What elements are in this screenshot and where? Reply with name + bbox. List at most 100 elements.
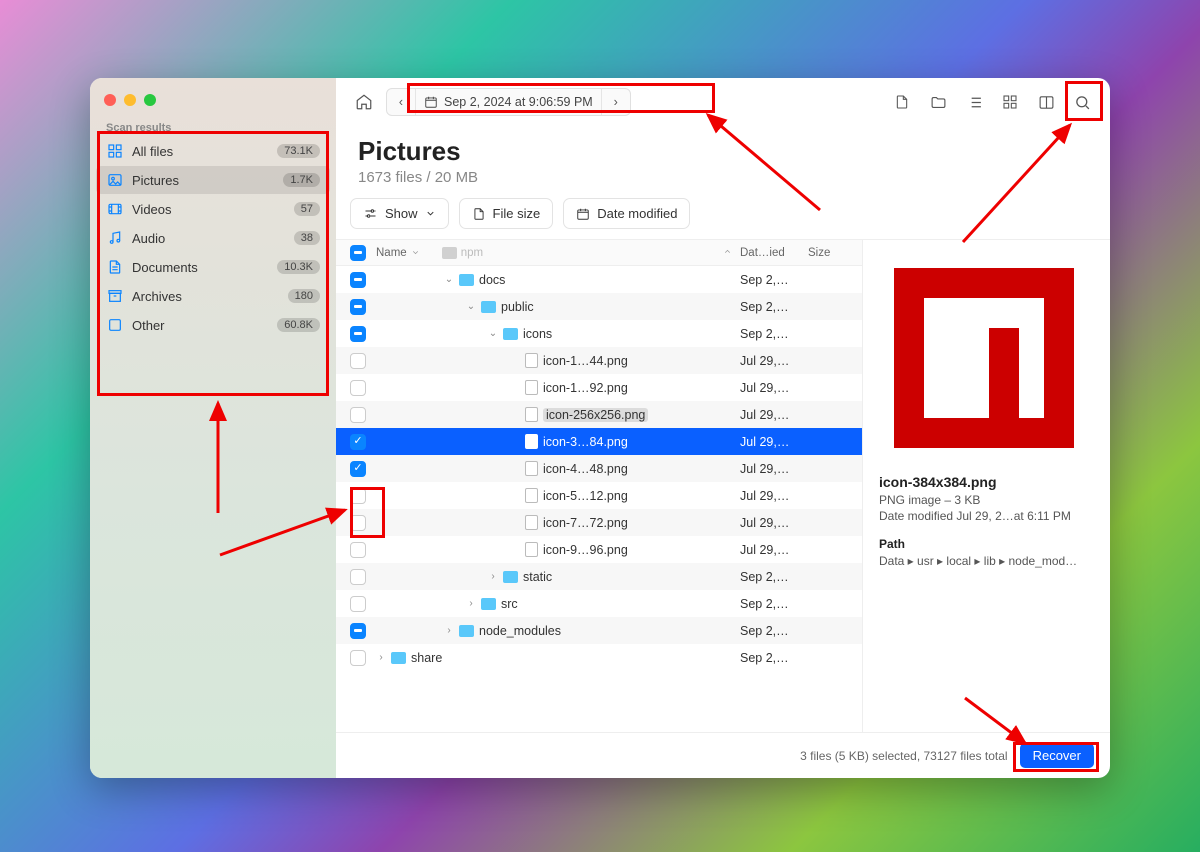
row-checkbox[interactable] bbox=[350, 569, 366, 585]
sidebar-item-label: Videos bbox=[132, 202, 172, 217]
window-controls bbox=[90, 78, 336, 116]
folder-icon bbox=[391, 652, 406, 664]
preview-filename: icon-384x384.png bbox=[879, 474, 1094, 490]
row-date: Sep 2,… bbox=[740, 597, 808, 611]
list-row[interactable]: ✓icon-4…48.pngJul 29,… bbox=[336, 455, 862, 482]
row-checkbox[interactable] bbox=[350, 596, 366, 612]
list-row[interactable]: ⌄docsSep 2,… bbox=[336, 266, 862, 293]
image-file-icon bbox=[525, 542, 538, 557]
image-file-icon bbox=[525, 515, 538, 530]
sidebar-item-pictures[interactable]: Pictures1.7K bbox=[96, 166, 330, 194]
filesize-filter-button[interactable]: File size bbox=[459, 198, 554, 229]
doc-icon bbox=[106, 258, 124, 276]
home-icon[interactable] bbox=[350, 89, 378, 115]
list-view-icon[interactable] bbox=[960, 89, 988, 115]
sidebar-heading: Scan results bbox=[90, 116, 336, 136]
sidebar-item-all-files[interactable]: All files73.1K bbox=[96, 137, 330, 165]
row-filename: icon-7…72.png bbox=[543, 516, 628, 530]
sidebar-item-badge: 10.3K bbox=[277, 260, 320, 274]
folder-icon bbox=[442, 247, 457, 259]
sidebar-item-label: Other bbox=[132, 318, 165, 333]
row-checkbox[interactable]: ✓ bbox=[350, 461, 366, 477]
row-filename: src bbox=[501, 597, 518, 611]
row-checkbox[interactable] bbox=[350, 407, 366, 423]
row-checkbox[interactable] bbox=[350, 299, 366, 315]
file-icon[interactable] bbox=[888, 89, 916, 115]
row-checkbox[interactable] bbox=[350, 272, 366, 288]
image-file-icon bbox=[525, 380, 538, 395]
sidebar-toggle-icon[interactable] bbox=[1032, 89, 1060, 115]
sidebar-item-badge: 57 bbox=[294, 202, 320, 216]
col-date[interactable]: Dat…ied bbox=[740, 247, 808, 259]
list-row[interactable]: ›staticSep 2,… bbox=[336, 563, 862, 590]
list-row[interactable]: icon-7…72.png Jul 29,… bbox=[336, 509, 862, 536]
row-checkbox[interactable] bbox=[350, 353, 366, 369]
sidebar-item-documents[interactable]: Documents10.3K bbox=[96, 253, 330, 281]
close-window-button[interactable] bbox=[104, 94, 116, 106]
list-row[interactable]: icon-256x256.pngJul 29,… bbox=[336, 401, 862, 428]
row-filename: public bbox=[501, 300, 534, 314]
col-size[interactable]: Size bbox=[808, 247, 848, 259]
sidebar-item-other[interactable]: Other60.8K bbox=[96, 311, 330, 339]
list-row[interactable]: ›shareSep 2,… bbox=[336, 644, 862, 671]
grid-view-icon[interactable] bbox=[996, 89, 1024, 115]
list-row[interactable]: ›node_modulesSep 2,… bbox=[336, 617, 862, 644]
show-filter-button[interactable]: Show bbox=[350, 198, 449, 229]
chevron-right-icon[interactable]: › bbox=[376, 652, 386, 663]
nav-forward-button[interactable]: › bbox=[602, 89, 630, 115]
row-checkbox[interactable] bbox=[350, 650, 366, 666]
chevron-right-icon[interactable]: › bbox=[488, 571, 498, 582]
list-row[interactable]: icon-1…44.pngJul 29,… bbox=[336, 347, 862, 374]
row-date: Jul 29,… bbox=[740, 435, 808, 449]
chevron-right-icon[interactable]: › bbox=[466, 598, 476, 609]
list-row[interactable]: › src Sep 2,… bbox=[336, 590, 862, 617]
sidebar-item-videos[interactable]: Videos 57 bbox=[96, 195, 330, 223]
preview-path-heading: Path bbox=[879, 537, 1094, 551]
file-list: Name npm Dat…ied Size ⌄ docs Sep 2,… ⌄ publi… bbox=[336, 240, 862, 732]
sidebar-item-archives[interactable]: Archives180 bbox=[96, 282, 330, 310]
col-name[interactable]: Name npm bbox=[376, 247, 740, 259]
archive-icon bbox=[106, 287, 124, 305]
row-filename: node_modules bbox=[479, 624, 561, 638]
image-file-icon bbox=[525, 407, 538, 422]
video-icon bbox=[106, 200, 124, 218]
folder-icon bbox=[503, 328, 518, 340]
preview-image bbox=[879, 258, 1089, 458]
list-row[interactable]: ⌄iconsSep 2,… bbox=[336, 320, 862, 347]
row-date: Jul 29,… bbox=[740, 543, 808, 557]
list-row[interactable]: ✓icon-3…84.pngJul 29,… bbox=[336, 428, 862, 455]
row-checkbox[interactable] bbox=[350, 623, 366, 639]
fullscreen-window-button[interactable] bbox=[144, 94, 156, 106]
row-filename: docs bbox=[479, 273, 505, 287]
chevron-down-icon[interactable]: ⌄ bbox=[488, 328, 498, 339]
row-filename: icon-4…48.png bbox=[543, 462, 628, 476]
list-row[interactable]: ⌄publicSep 2,… bbox=[336, 293, 862, 320]
row-date: Jul 29,… bbox=[740, 381, 808, 395]
list-row[interactable]: icon-5…12.pngJul 29,… bbox=[336, 482, 862, 509]
chevron-down-icon bbox=[425, 208, 436, 219]
row-checkbox[interactable] bbox=[350, 326, 366, 342]
row-checkbox[interactable] bbox=[350, 488, 366, 504]
row-filename: icon-5…12.png bbox=[543, 489, 628, 503]
row-checkbox[interactable] bbox=[350, 380, 366, 396]
sidebar-item-audio[interactable]: Audio38 bbox=[96, 224, 330, 252]
calendar-icon bbox=[424, 95, 438, 109]
nav-back-button[interactable]: ‹ bbox=[387, 89, 415, 115]
timestamp-display[interactable]: Sep 2, 2024 at 9:06:59 PM bbox=[416, 95, 601, 109]
select-all-checkbox[interactable] bbox=[350, 245, 366, 261]
list-row[interactable]: icon-9…96.pngJul 29,… bbox=[336, 536, 862, 563]
search-icon[interactable] bbox=[1068, 89, 1096, 115]
list-row[interactable]: icon-1…92.pngJul 29,… bbox=[336, 374, 862, 401]
preview-pane: icon-384x384.png PNG image – 3 KB Date m… bbox=[862, 240, 1110, 732]
sidebar-item-badge: 180 bbox=[288, 289, 320, 303]
chevron-down-icon[interactable]: ⌄ bbox=[466, 301, 476, 312]
row-checkbox[interactable]: ✓ bbox=[350, 434, 366, 450]
chevron-right-icon[interactable]: › bbox=[444, 625, 454, 636]
date-filter-button[interactable]: Date modified bbox=[563, 198, 690, 229]
folder-icon[interactable] bbox=[924, 89, 952, 115]
row-date: Sep 2,… bbox=[740, 327, 808, 341]
row-date: Jul 29,… bbox=[740, 516, 808, 530]
minimize-window-button[interactable] bbox=[124, 94, 136, 106]
chevron-down-icon[interactable]: ⌄ bbox=[444, 274, 454, 285]
folder-icon bbox=[459, 625, 474, 637]
